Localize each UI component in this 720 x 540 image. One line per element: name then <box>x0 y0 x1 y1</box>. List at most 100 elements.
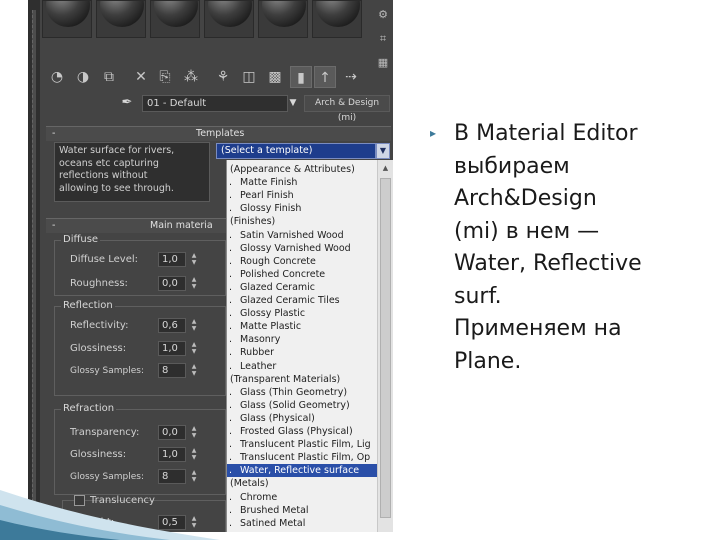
sample-slot[interactable] <box>258 0 308 38</box>
make-unique-icon[interactable]: ⁂ <box>180 66 202 88</box>
make-copy-icon[interactable]: ⎘ <box>154 66 176 88</box>
chevron-down-icon[interactable]: ▼ <box>376 143 390 159</box>
template-option[interactable]: (Transparent Materials) <box>227 373 377 386</box>
template-option[interactable]: . Glazed Ceramic Tiles <box>227 294 377 307</box>
template-option[interactable]: . Satin Varnished Wood <box>227 229 377 242</box>
template-option[interactable]: . Glass (Solid Geometry) <box>227 399 377 412</box>
template-option-label: Polished Concrete <box>240 268 326 280</box>
material-effects-channel-icon[interactable]: ◫ <box>238 66 260 88</box>
reset-map-icon[interactable]: ✕ <box>130 66 152 88</box>
put-to-library-icon[interactable]: ⚘ <box>212 66 234 88</box>
template-option-label: Water, Reflective surface <box>240 465 360 477</box>
templates-rollout-header[interactable]: - Templates <box>46 126 391 141</box>
material-name-row: ✒ 01 - Default ▼ Arch & Design (mi) <box>40 94 393 123</box>
sample-slot[interactable] <box>204 0 254 38</box>
template-option[interactable]: . Glass (Thin Geometry) <box>227 386 377 399</box>
template-option[interactable]: . Frosted Glass (Physical) <box>227 425 377 438</box>
spinner-arrows-icon[interactable]: ▲ ▼ <box>189 252 199 267</box>
show-end-result-icon[interactable]: ▮ <box>290 66 312 88</box>
bullet-line: (mi) в нем — <box>454 218 600 244</box>
spinner-arrows-icon[interactable]: ▲ ▼ <box>189 363 199 378</box>
template-option[interactable]: . Translucent Plastic Film, Op <box>227 451 377 464</box>
template-option-label: Satined Metal <box>240 517 306 529</box>
backlight-icon[interactable]: ⌗ <box>376 32 390 46</box>
bullet-text: В Material Editor выбираем Arch&Design (… <box>454 118 704 378</box>
scroll-thumb[interactable] <box>380 178 391 518</box>
transparency-spinner[interactable]: 0,0 <box>158 425 186 440</box>
template-option-label: Frosted Glass (Physical) <box>240 426 353 437</box>
sample-slot[interactable] <box>150 0 200 38</box>
sample-slot[interactable] <box>96 0 146 38</box>
go-forward-sibling-icon[interactable]: ⇢ <box>340 66 362 88</box>
template-option[interactable]: . Water, Reflective surface <box>227 464 377 478</box>
go-to-parent-icon[interactable]: ↑ <box>314 66 336 88</box>
sample-slot[interactable] <box>312 0 362 38</box>
template-option[interactable]: . Brushed Metal <box>227 504 377 517</box>
spinner-arrows-icon[interactable]: ▲ ▼ <box>189 425 199 440</box>
eyedropper-icon[interactable]: ✒ <box>118 94 136 112</box>
template-option-label: Glass (Thin Geometry) <box>240 386 348 398</box>
template-option[interactable]: . Pearl Finish <box>227 189 377 202</box>
reflectivity-spinner[interactable]: 0,6 <box>158 318 186 333</box>
sample-slot[interactable] <box>42 0 92 38</box>
template-option[interactable]: . Leather <box>227 360 377 373</box>
template-option-label: Translucent Plastic Film, Lig <box>240 439 371 451</box>
template-option[interactable]: . Matte Finish <box>227 176 377 189</box>
get-material-icon[interactable]: ◔ <box>46 66 68 88</box>
show-map-icon[interactable]: ▩ <box>264 66 286 88</box>
template-option[interactable]: . Glossy Plastic <box>227 307 377 320</box>
template-option-label: Glass (Physical) <box>240 412 315 424</box>
template-option[interactable]: . Polished Concrete <box>227 268 377 281</box>
diffuse-level-label: Diffuse Level: <box>70 254 139 265</box>
template-option[interactable]: . Glazed Ceramic <box>227 281 377 294</box>
template-option-label: Glazed Ceramic Tiles <box>240 295 340 306</box>
template-option[interactable]: . Rubber <box>227 346 377 359</box>
bullet-line: Применяем на <box>454 316 622 341</box>
chevron-down-icon[interactable]: ▼ <box>286 95 300 112</box>
bullet-line: Water, Reflective <box>454 251 642 276</box>
template-option[interactable]: . Rough Concrete <box>227 255 377 268</box>
spinner-arrows-icon[interactable]: ▲ ▼ <box>189 341 199 356</box>
material-name-field[interactable]: 01 - Default <box>142 95 288 112</box>
transparency-label: Transparency: <box>70 427 140 438</box>
sample-type-icon[interactable]: ⚙ <box>376 8 390 22</box>
template-option[interactable]: . Translucent Plastic Film, Lig <box>227 438 377 451</box>
diffuse-title: Diffuse <box>61 234 101 246</box>
bullet-line: surf. <box>454 283 502 309</box>
template-option-label: Leather <box>240 360 277 372</box>
template-option[interactable]: . Matte Plastic <box>227 320 377 333</box>
assign-to-selection-icon[interactable]: ⧉ <box>98 66 120 88</box>
template-option[interactable]: . Masonry <box>227 333 377 346</box>
dropdown-scrollbar[interactable]: ▲ <box>377 160 393 532</box>
template-dropdown-list: (Appearance & Attributes). Matte Finish. P… <box>226 160 393 532</box>
glossy-samples-spinner[interactable]: 8 <box>158 363 186 378</box>
template-option[interactable]: . Glass (Physical) <box>227 412 377 425</box>
diffuse-level-spinner[interactable]: 1,0 <box>158 252 186 267</box>
template-option-label: Glass (Solid Geometry) <box>240 399 350 411</box>
reflection-title: Reflection <box>61 300 115 312</box>
template-description: Water surface for rivers, oceans etc cap… <box>54 142 210 202</box>
template-option[interactable]: (Appearance & Attributes) <box>227 163 377 176</box>
put-to-scene-icon[interactable]: ◑ <box>72 66 94 88</box>
material-type-button[interactable]: Arch & Design (mi) <box>304 95 390 123</box>
reflectivity-label: Reflectivity: <box>70 320 129 331</box>
template-option-label: Rubber <box>240 347 275 359</box>
template-option[interactable]: . Satined Metal <box>227 517 377 530</box>
templates-title: Templates <box>196 128 245 139</box>
spinner-arrows-icon[interactable]: ▲ ▼ <box>189 318 199 333</box>
spinner-arrows-icon[interactable]: ▲ ▼ <box>189 276 199 291</box>
roughness-spinner[interactable]: 0,0 <box>158 276 186 291</box>
scroll-up-icon[interactable]: ▲ <box>378 162 393 174</box>
template-option[interactable]: (Metals) <box>227 477 377 490</box>
template-option-label: Chrome <box>240 491 278 503</box>
bullet-arrow-icon: ▸ <box>430 126 437 140</box>
template-option[interactable]: . Glossy Varnished Wood <box>227 242 377 255</box>
main-parameters-rollout-header[interactable]: - Main materia <box>46 218 226 233</box>
glossiness-spinner[interactable]: 1,0 <box>158 341 186 356</box>
template-option-label: Glossy Plastic <box>240 308 306 320</box>
template-option[interactable]: . Glossy Finish <box>227 202 377 215</box>
template-option[interactable]: (Finishes) <box>227 215 377 228</box>
template-select[interactable]: (Select a template) <box>216 143 376 159</box>
template-option[interactable]: . Chrome <box>227 491 377 504</box>
bullet-line: выбираем <box>454 153 570 179</box>
